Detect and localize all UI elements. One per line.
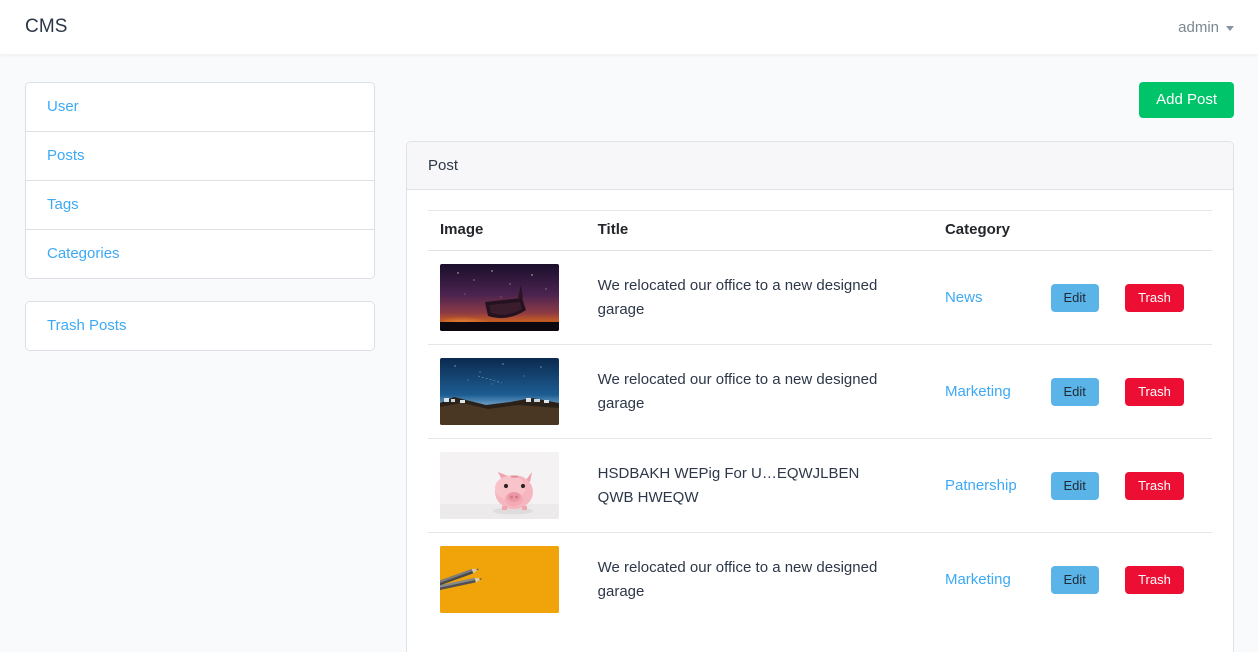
post-title: We relocated our office to a new designe… [597,559,878,600]
top-navbar: CMS admin [0,0,1258,54]
post-category-cell: Patnership [932,438,1039,533]
post-image-cell [428,438,586,533]
post-title: We relocated our office to a new designe… [597,371,878,412]
trash-button[interactable]: Trash [1125,565,1184,594]
post-category-cell: Marketing [932,344,1039,439]
table-row: We relocated our office to a new designe… [428,533,1212,627]
post-category-cell: News [932,250,1039,345]
user-menu-dropdown[interactable]: admin [1178,19,1234,36]
add-post-button[interactable]: Add Post [1139,82,1234,118]
pink-piggy-bank-white-background-icon [440,452,559,519]
post-category-link[interactable]: Marketing [945,571,1011,588]
post-actions-cell: Edit Trash [1038,438,1212,533]
post-title-cell: We relocated our office to a new designe… [585,250,933,345]
edit-button[interactable]: Edit [1050,471,1099,500]
post-thumbnail-shipwreck[interactable] [440,264,559,331]
post-category-link[interactable]: Patnership [945,477,1017,494]
shipwreck-boat-night-sky-icon [440,264,559,331]
user-menu-label: admin [1178,18,1219,36]
trash-button[interactable]: Trash [1125,377,1184,406]
posts-table-head: Image Title Category [428,210,1212,251]
post-image-cell [428,533,586,627]
post-image-cell [428,250,586,345]
sidebar-item-categories-label[interactable]: Categories [47,245,120,262]
main-content: Add Post Post Image Title Category We re… [406,82,1234,652]
edit-button[interactable]: Edit [1050,565,1099,594]
table-row: We relocated our office to a new designe… [428,250,1212,345]
table-row: We relocated our office to a new designe… [428,344,1212,439]
column-header-title: Title [585,210,933,251]
navbar-right: admin [1178,19,1234,36]
brand-logo[interactable]: CMS [25,16,68,38]
post-card: Post Image Title Category We relocated o… [406,141,1234,652]
post-title-cell: HSDBAKH WEPig For U…EQWJLBEN QWB HWEQW [585,438,933,533]
table-row: HSDBAKH WEPig For U…EQWJLBEN QWB HWEQW P… [428,438,1212,533]
pencils-on-yellow-background-icon [440,546,559,613]
sidebar-item-user[interactable]: User [26,83,374,132]
sidebar-item-categories[interactable]: Categories [26,230,374,278]
post-category-link[interactable]: News [945,289,983,306]
post-thumbnail-night-hillside[interactable] [440,358,559,425]
sidebar-trash-list: Trash Posts [25,301,375,351]
post-title-cell: We relocated our office to a new designe… [586,533,933,627]
sidebar-menu-list: User Posts Tags Categories [25,82,375,279]
chevron-down-icon [1226,25,1234,31]
page-container: User Posts Tags Categories Trash Posts A… [0,54,1258,652]
sidebar-item-user-label[interactable]: User [47,98,79,115]
sidebar-item-tags-label[interactable]: Tags [47,196,79,213]
post-thumbnail-pencils[interactable] [440,546,559,613]
sidebar-item-posts[interactable]: Posts [26,132,374,181]
edit-button[interactable]: Edit [1050,283,1099,312]
sidebar: User Posts Tags Categories Trash Posts [25,82,375,652]
post-category-link[interactable]: Marketing [945,383,1011,400]
table-header-row: Image Title Category [428,210,1212,251]
column-header-actions [1038,210,1212,251]
column-header-category: Category [932,210,1039,251]
column-header-image: Image [428,210,586,251]
sidebar-item-posts-label[interactable]: Posts [47,147,85,164]
post-title: We relocated our office to a new designe… [597,277,878,318]
trash-button[interactable]: Trash [1125,283,1184,312]
sidebar-item-tags[interactable]: Tags [26,181,374,230]
posts-table: Image Title Category We relocated our of… [428,210,1212,626]
post-actions-cell: Edit Trash [1039,533,1213,627]
post-thumbnail-piggy-bank[interactable] [440,452,559,519]
toolbar: Add Post [406,82,1234,118]
sidebar-item-trash-posts-label[interactable]: Trash Posts [47,317,126,334]
post-actions-cell: Edit Trash [1038,250,1212,345]
post-title-cell: We relocated our office to a new designe… [585,344,933,439]
post-actions-cell: Edit Trash [1038,344,1212,439]
post-card-body: Image Title Category We relocated our of… [407,190,1233,652]
posts-table-body: We relocated our office to a new designe… [428,250,1212,627]
post-title: HSDBAKH WEPig For U…EQWJLBEN QWB HWEQW [597,465,860,506]
edit-button[interactable]: Edit [1050,377,1099,406]
blue-night-sky-over-hillside-icon [440,358,559,425]
post-image-cell [428,344,586,439]
sidebar-item-trash-posts[interactable]: Trash Posts [26,302,374,350]
post-category-cell: Marketing [933,533,1039,627]
post-card-header: Post [407,142,1233,190]
trash-button[interactable]: Trash [1125,471,1184,500]
